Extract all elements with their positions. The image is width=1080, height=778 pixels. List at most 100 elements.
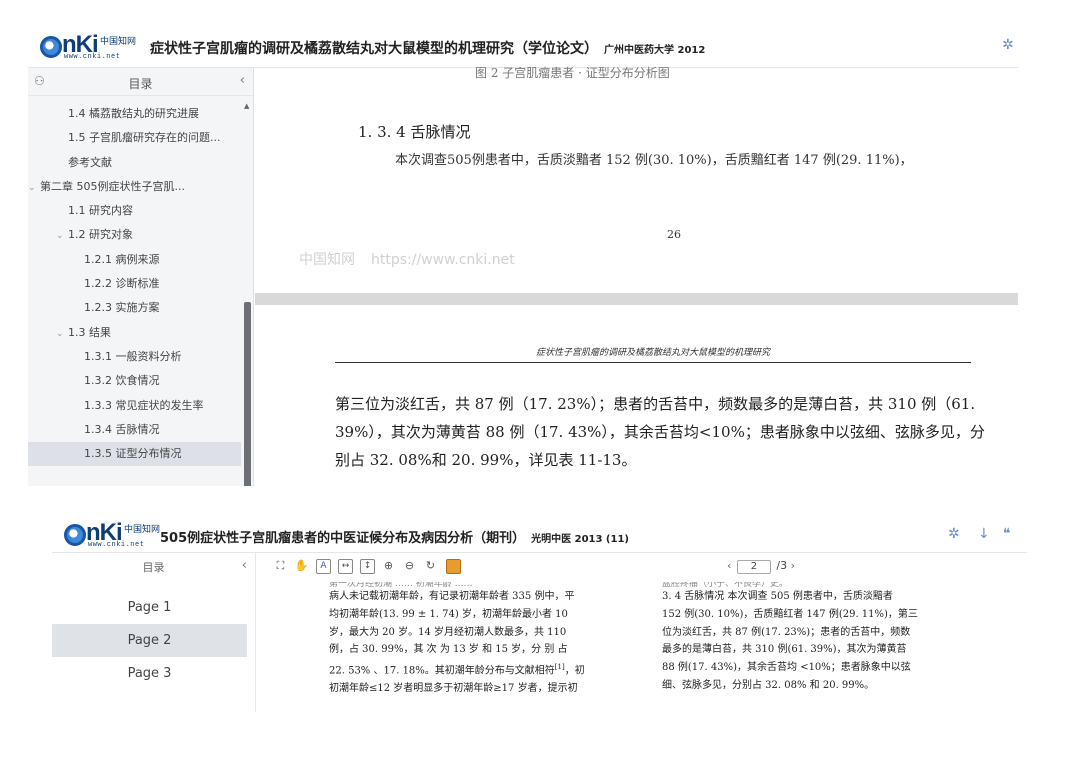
zoom-out-icon[interactable]: ⊖	[402, 559, 417, 574]
toc-item-label: 1.4 橘荔散结丸的研究进展	[68, 107, 199, 120]
fullscreen-icon[interactable]: ⛶	[273, 559, 288, 574]
page-number: 26	[667, 228, 681, 241]
title-bar: nKi 中国知网 www.cnki.net 症状性子宫肌瘤的调研及橘荔散结丸对大…	[28, 26, 1018, 68]
page-sidebar: 目录 ‹ Page 1 Page 2 Page 3	[52, 553, 256, 712]
cnki-logo: nKi 中国知网 www.cnki.net	[40, 31, 148, 62]
page-total: /3	[776, 559, 788, 572]
text-line-content: 22. 53% 、17. 18%。其初潮年龄分布与文献相符	[329, 665, 555, 677]
logo-globe-icon	[64, 524, 86, 546]
right-column-lines: 3. 4 舌脉情况 本次调查 505 例患者中，舌质淡黯者 152 例(30. 1…	[662, 588, 980, 695]
expand-chevron-icon[interactable]: ⌄	[56, 322, 68, 345]
scroll-up-arrow-icon[interactable]: ▲	[244, 102, 249, 110]
toc-item-label: 1.2 研究对象	[68, 228, 133, 242]
text-line: 细、弦脉多见，分别占 32. 08% 和 20. 99%。	[662, 679, 875, 691]
toc-title: 目录	[142, 561, 165, 574]
toc-item[interactable]: ⌄ 1.2 研究对象	[28, 223, 241, 247]
page-number-input[interactable]: 2	[736, 560, 771, 574]
toc-item[interactable]: 1.5 子宫肌瘤研究存在的问题...	[28, 126, 241, 150]
toc-item[interactable]: 1.3.3 常见症状的发生率	[28, 394, 241, 418]
text-line-tail: ，初	[564, 665, 585, 677]
document-viewer[interactable]: 图 2 子宫肌瘤患者 · 证型分布分析图 1. 3. 4 舌脉情况 本次调查50…	[255, 66, 1018, 486]
watermark: 中国知网 https://www.cnki.net	[299, 249, 515, 269]
toc-item-label: 1.3.5 证型分布情况	[84, 447, 182, 461]
toc-item[interactable]: 1.3.5 证型分布情况	[28, 442, 241, 467]
toc-item[interactable]: 1.2.3 实施方案	[28, 296, 241, 320]
settings-gear-icon[interactable]: ✲	[948, 526, 960, 542]
toc-item[interactable]: ⌄ 第二章 505例症状性子宫肌...	[28, 175, 241, 199]
page-list-item[interactable]: Page 3	[52, 657, 247, 690]
journal-reader-window: nKi 中国知网 www.cnki.net 505例症状性子宫肌瘤患者的中医证候…	[52, 517, 1027, 712]
hand-tool-icon[interactable]: ✋	[294, 559, 309, 574]
toc-header: 目录 ‹	[52, 553, 255, 579]
logo-url: www.cnki.net	[88, 541, 145, 549]
text-line: 88 例(17. 43%)，其余舌苔均 <10%；患者脉象中以弦	[662, 662, 911, 674]
text-line: 位为淡红舌，共 87 例(17. 23%)；患者的舌苔中，频数	[662, 626, 911, 638]
expand-chevron-icon[interactable]: ⌄	[56, 224, 68, 247]
rotate-icon[interactable]: ↻	[423, 559, 438, 574]
scroll-thumb[interactable]	[244, 302, 251, 486]
toc-item[interactable]: 1.3.1 一般资料分析	[28, 345, 241, 369]
toc-item[interactable]: ⌄ 1.3 结果	[28, 321, 241, 345]
toc-item-label: 1.1 研究内容	[68, 204, 133, 218]
citation-reference[interactable]: [1]	[555, 663, 565, 671]
settings-gear-icon[interactable]: ✲	[1002, 37, 1014, 53]
watermark-brand: 中国知网	[299, 252, 355, 268]
text-line-content: 潮年龄≤12 岁者明显多于初潮年龄≥17 岁者，提示初	[339, 683, 578, 695]
thesis-reader-window: nKi 中国知网 www.cnki.net 症状性子宫肌瘤的调研及橘荔散结丸对大…	[28, 26, 1018, 486]
expand-chevron-icon[interactable]: ⌄	[28, 176, 40, 199]
toc-item-label: 1.3.1 一般资料分析	[84, 349, 182, 363]
text-line: 病人未记载初潮年龄，有记录初潮年龄者 335 例中，平	[329, 591, 575, 602]
cut-figure-caption: 图 2 子宫肌瘤患者 · 证型分布分析图	[475, 66, 670, 80]
notes-icon[interactable]	[446, 559, 461, 574]
prev-page-arrow-icon[interactable]: ‹	[727, 559, 731, 572]
left-column: 第一次月经初潮 …… 初潮年龄 …… 病人未记载初潮年龄，有记录初潮年龄者 33…	[329, 582, 632, 698]
collapse-sidebar-icon[interactable]: ‹	[242, 558, 247, 573]
toc-scrollbar[interactable]: ▲	[244, 102, 251, 486]
toc-item[interactable]: 1.4 橘荔散结丸的研究进展	[28, 102, 241, 126]
next-page-arrow-icon[interactable]: ›	[791, 559, 795, 572]
document-title-text: 症状性子宫肌瘤的调研及橘荔散结丸对大鼠模型的机理研究（学位论文）	[150, 41, 598, 57]
toc-item-label: 1.3.2 饮食情况	[84, 374, 160, 388]
toc-sidebar: ⚇ 目录 ‹ 1.4 橘荔散结丸的研究进展 1.5 子宫肌瘤研究存在的问题... 参…	[28, 68, 254, 486]
fit-width-icon[interactable]: ↔	[338, 559, 353, 574]
toc-item-label: 1.3 结果	[68, 325, 111, 339]
fit-height-icon[interactable]: ↕	[360, 559, 375, 574]
paragraph-text: 本次调查505例患者中，舌质淡黯者 152 例(30. 10%)，舌质黯红者 1…	[395, 153, 913, 168]
toc-header: ⚇ 目录 ‹	[28, 68, 253, 96]
logo-globe-icon	[40, 36, 62, 58]
quote-icon[interactable]: ❝	[1003, 526, 1011, 542]
document-source: 光明中医 2013 (11)	[531, 534, 629, 545]
page-separator	[255, 293, 1018, 305]
text-line: 3. 4 舌脉情况 本次调查 505 例患者中，舌质淡黯者	[662, 591, 893, 602]
text-line: 例，占 30. 99%，其 次 为 13 岁 和 15 岁，分 别 占	[329, 644, 568, 656]
page-list-item[interactable]: Page 2	[52, 624, 247, 657]
document-title: 505例症状性子宫肌瘤患者的中医证候分布及病因分析（期刊） 光明中医 2013 (…	[160, 527, 629, 546]
download-icon[interactable]: ↓	[978, 526, 990, 542]
page-list-item[interactable]: Page 1	[52, 591, 247, 624]
document-title-text: 505例症状性子宫肌瘤患者的中医证候分布及病因分析（期刊）	[160, 531, 526, 546]
left-column-lines: 病人未记载初潮年龄，有记录初潮年龄者 335 例中，平 均初潮年龄(13. 99 …	[329, 588, 632, 698]
toc-item[interactable]: 参考文献	[28, 151, 241, 175]
text-line: 22. 53% 、17. 18%。其初潮年龄分布与文献相符[1]，初	[329, 659, 632, 680]
page-list: Page 1 Page 2 Page 3	[52, 591, 247, 690]
toc-item-label: 1.3.3 常见症状的发生率	[84, 398, 204, 412]
collapse-sidebar-icon[interactable]: ‹	[240, 73, 245, 88]
running-header: 症状性子宫肌瘤的调研及橘荔散结丸对大鼠模型的机理研究	[335, 345, 971, 363]
toc-item[interactable]: 1.2.1 病例来源	[28, 248, 241, 272]
document-viewer[interactable]: ⛶ ✋ A ↔ ↕ ⊕ ⊖ ↻ ‹ 2 /3 › 第一次月经初潮 …… 初潮年龄…	[257, 553, 1027, 712]
page-navigator: ‹ 2 /3 ›	[727, 559, 795, 574]
zoom-in-icon[interactable]: ⊕	[381, 559, 396, 574]
toc-item[interactable]: 1.3.2 饮食情况	[28, 369, 241, 393]
logo-chinese: 中国知网	[124, 525, 161, 535]
text-line: 初潮年龄≤12 岁者明显多于初潮年龄≥17 岁者，提示初	[329, 680, 632, 698]
toc-item[interactable]: 1.1 研究内容	[28, 199, 241, 223]
toc-item-label: 1.2.1 病例来源	[84, 252, 160, 266]
document-source: 广州中医药大学 2012	[604, 45, 706, 56]
toc-item[interactable]: 1.2.2 诊断标准	[28, 272, 241, 296]
right-column: 盆腔疼痛（小于、不良孕）史。 3. 4 舌脉情况 本次调查 505 例患者中，舌…	[662, 582, 980, 695]
watermark-url: https://www.cnki.net	[371, 252, 515, 268]
document-title: 症状性子宫肌瘤的调研及橘荔散结丸对大鼠模型的机理研究（学位论文） 广州中医药大学 …	[150, 38, 705, 58]
text-select-icon[interactable]: A	[316, 559, 331, 574]
toc-list: 1.4 橘荔散结丸的研究进展 1.5 子宫肌瘤研究存在的问题... 参考文献 ⌄ 第二章…	[28, 102, 241, 467]
toc-item[interactable]: 1.3.4 舌脉情况	[28, 418, 241, 442]
